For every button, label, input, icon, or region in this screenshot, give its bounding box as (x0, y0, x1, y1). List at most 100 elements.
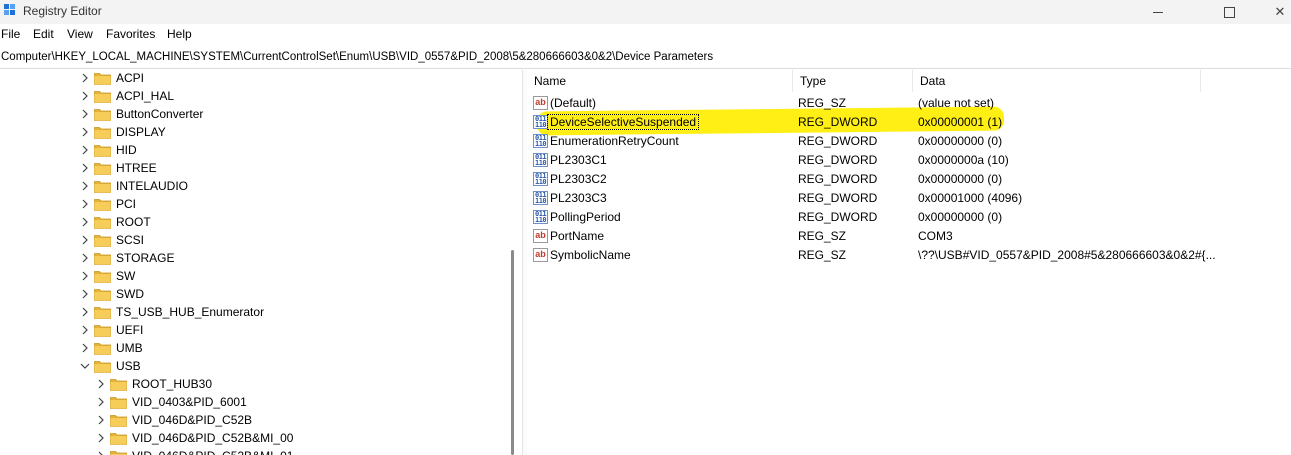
chevron-right-icon[interactable] (80, 126, 90, 138)
chevron-right-icon[interactable] (80, 198, 90, 210)
tree-item[interactable]: SW (0, 268, 480, 286)
value-data: 0x00000000 (0) (918, 172, 1003, 186)
tree-item[interactable]: UEFI (0, 322, 480, 340)
value-name: EnumerationRetryCount (550, 134, 679, 148)
binary-value-icon: 011 110 (533, 115, 548, 129)
minimize-button[interactable] (1135, 0, 1181, 24)
value-row[interactable]: ab SymbolicName REG_SZ \??\USB#VID_0557&PID… (527, 246, 1291, 265)
value-name: PollingPeriod (550, 210, 621, 224)
menu-favorites[interactable]: Favorites (106, 27, 155, 41)
chevron-right-icon[interactable] (80, 306, 90, 318)
tree-item[interactable]: ROOT (0, 214, 480, 232)
menu-view[interactable]: View (67, 27, 93, 41)
chevron-right-icon[interactable] (80, 288, 90, 300)
menu-edit[interactable]: Edit (33, 27, 54, 41)
value-row[interactable]: 011 110 PollingPeriod REG_DWORD 0x00000000 (… (527, 208, 1291, 227)
value-data: 0x00000001 (1) (918, 115, 1003, 129)
registry-editor-icon (4, 4, 17, 17)
address-bar[interactable]: Computer\HKEY_LOCAL_MACHINE\SYSTEM\Curre… (0, 48, 1291, 69)
chevron-right-icon[interactable] (80, 324, 90, 336)
string-value-icon: ab (533, 96, 548, 110)
menu-help[interactable]: Help (167, 27, 192, 41)
maximize-icon (1223, 7, 1235, 19)
tree-item[interactable]: ACPI_HAL (0, 88, 480, 106)
registry-values-list[interactable]: Name Type Data ab (Default) REG_SZ (value n… (527, 70, 1291, 455)
value-type: REG_SZ (798, 96, 847, 110)
maximize-button[interactable] (1206, 0, 1252, 24)
tree-item-label: UEFI (116, 323, 144, 337)
chevron-down-icon[interactable] (80, 360, 90, 372)
tree-item-label: SW (116, 269, 136, 283)
chevron-right-icon[interactable] (96, 396, 106, 408)
tree-item[interactable]: PCI (0, 196, 480, 214)
tree-item-label: PCI (116, 197, 137, 211)
chevron-right-icon[interactable] (80, 342, 90, 354)
chevron-right-icon[interactable] (80, 108, 90, 120)
chevron-right-icon[interactable] (80, 270, 90, 282)
value-type: REG_DWORD (798, 210, 878, 224)
value-row[interactable]: 011 110 PL2303C3 REG_DWORD 0x00001000 (4096) (527, 189, 1291, 208)
value-type: REG_DWORD (798, 191, 878, 205)
chevron-right-icon[interactable] (80, 216, 90, 228)
tree-item[interactable]: DISPLAY (0, 124, 480, 142)
tree-scrollbar[interactable] (511, 250, 514, 455)
value-row[interactable]: 011 110 PL2303C1 REG_DWORD 0x0000000a (10) (527, 151, 1291, 170)
tree-item[interactable]: VID_0403&PID_6001 (0, 394, 480, 412)
close-button[interactable]: ✕ (1257, 0, 1291, 24)
folder-icon (94, 234, 111, 247)
binary-value-icon: 011 110 (533, 134, 548, 148)
chevron-right-icon[interactable] (80, 252, 90, 264)
tree-item[interactable]: HID (0, 142, 480, 160)
tree-item[interactable]: VID_046D&PID_C52B&MI_00 (0, 430, 480, 448)
folder-icon (94, 162, 111, 175)
value-data: \??\USB#VID_0557&PID_2008#5&280666603&0&… (918, 248, 1216, 262)
tree-item[interactable]: USB (0, 358, 480, 376)
column-header-type[interactable]: Type (793, 70, 913, 92)
chevron-right-icon[interactable] (96, 378, 106, 390)
tree-item[interactable]: SCSI (0, 232, 480, 250)
tree-item[interactable]: TS_USB_HUB_Enumerator (0, 304, 480, 322)
string-value-icon: ab (533, 248, 548, 262)
column-header-name[interactable]: Name (527, 70, 793, 92)
tree-item[interactable]: ButtonConverter (0, 106, 480, 124)
address-path[interactable]: Computer\HKEY_LOCAL_MACHINE\SYSTEM\Curre… (1, 51, 713, 63)
folder-icon (94, 90, 111, 103)
chevron-right-icon[interactable] (96, 450, 106, 455)
tree-item[interactable]: VID_046D&PID_C52B&MI_01 (0, 448, 480, 455)
registry-key-tree[interactable]: ACPI ACPI_HAL ButtonConverter DISPLAY HID HTR… (0, 70, 521, 455)
chevron-right-icon[interactable] (80, 90, 90, 102)
column-header-data[interactable]: Data (913, 70, 1201, 92)
chevron-right-icon[interactable] (96, 432, 106, 444)
tree-item[interactable]: UMB (0, 340, 480, 358)
chevron-right-icon[interactable] (80, 144, 90, 156)
tree-item-label: ROOT (116, 215, 151, 229)
tree-item[interactable]: VID_046D&PID_C52B (0, 412, 480, 430)
value-row[interactable]: ab PortName REG_SZ COM3 (527, 227, 1291, 246)
folder-icon (94, 108, 111, 121)
tree-item[interactable]: ACPI (0, 70, 480, 88)
window-title: Registry Editor (23, 4, 102, 18)
tree-item-label: VID_046D&PID_C52B&MI_01 (132, 449, 293, 455)
chevron-right-icon[interactable] (80, 162, 90, 174)
value-row[interactable]: 011 110 PL2303C2 REG_DWORD 0x00000000 (0) (527, 170, 1291, 189)
tree-item[interactable]: ROOT_HUB30 (0, 376, 480, 394)
tree-item[interactable]: HTREE (0, 160, 480, 178)
tree-item-label: VID_046D&PID_C52B (132, 413, 253, 427)
tree-item-label: TS_USB_HUB_Enumerator (116, 305, 265, 319)
tree-item-label: DISPLAY (116, 125, 166, 139)
menu-file[interactable]: File (1, 27, 20, 41)
tree-item-label: HTREE (116, 161, 157, 175)
tree-item[interactable]: SWD (0, 286, 480, 304)
chevron-right-icon[interactable] (80, 72, 90, 84)
value-row[interactable]: ab (Default) REG_SZ (value not set) (527, 94, 1291, 113)
folder-icon (94, 126, 111, 139)
chevron-right-icon[interactable] (80, 180, 90, 192)
binary-value-icon: 011 110 (533, 153, 548, 167)
value-row[interactable]: 011 110 EnumerationRetryCount REG_DWORD 0x00… (527, 132, 1291, 151)
tree-item-label: ACPI_HAL (116, 89, 175, 103)
value-row[interactable]: 011 110 DeviceSelectiveSuspended REG_DWORD 0… (527, 113, 1291, 132)
tree-item[interactable]: INTELAUDIO (0, 178, 480, 196)
chevron-right-icon[interactable] (80, 234, 90, 246)
tree-item[interactable]: STORAGE (0, 250, 480, 268)
chevron-right-icon[interactable] (96, 414, 106, 426)
